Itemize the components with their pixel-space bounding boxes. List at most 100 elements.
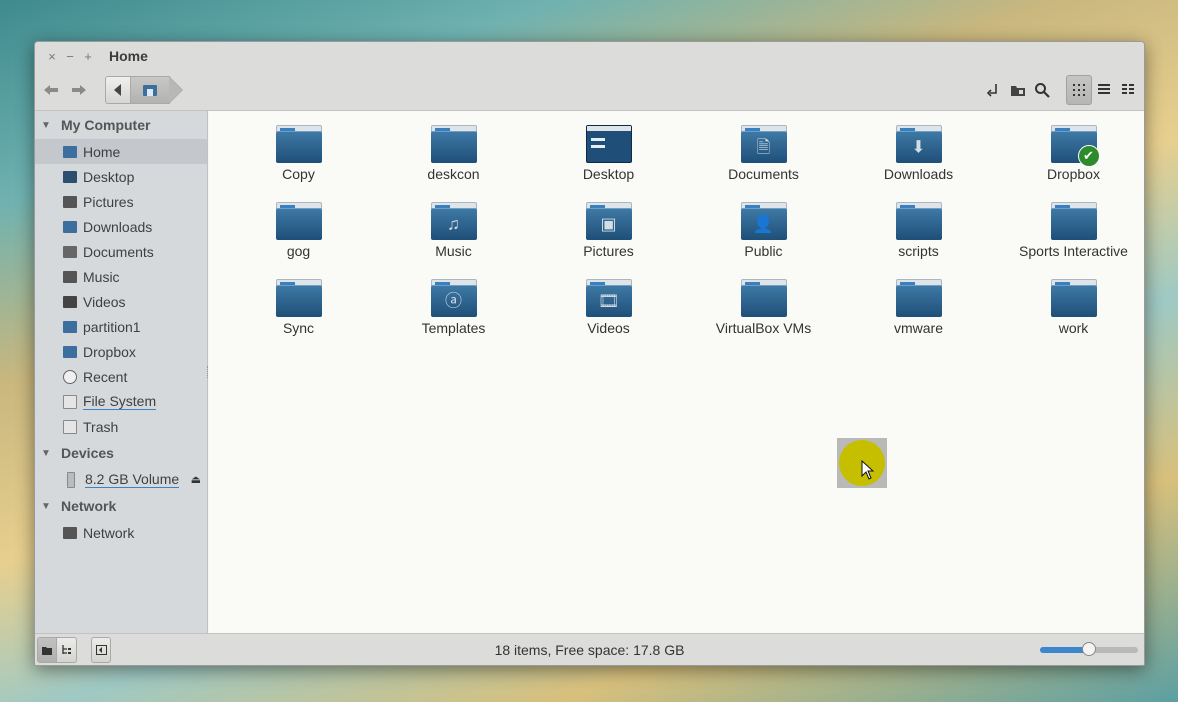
videos-folder-icon: 🎞	[585, 279, 632, 317]
sidebar-item-trash[interactable]: Trash	[35, 414, 207, 439]
file-item-deskcon[interactable]: deskcon	[376, 125, 531, 202]
file-item-templates[interactable]: ⓐ Templates	[376, 279, 531, 356]
file-item-label: scripts	[898, 243, 939, 259]
sidebar-item-videos[interactable]: Videos	[35, 289, 207, 314]
music-folder-icon: ♫	[430, 202, 477, 240]
sidebar-item-pictures[interactable]: Pictures	[35, 189, 207, 214]
folder-icon	[895, 202, 942, 240]
minimize-button[interactable]: −	[61, 47, 79, 65]
sidebar-item-label: 8.2 GB Volume	[85, 471, 180, 488]
file-item-pictures[interactable]: ▣ Pictures	[531, 202, 686, 279]
file-item-label: VirtualBox VMs	[715, 320, 812, 336]
toolbar	[35, 70, 1144, 111]
compact-list-icon	[1122, 84, 1134, 94]
sidebar-item-downloads[interactable]: Downloads	[35, 214, 207, 239]
file-item-music[interactable]: ♫ Music	[376, 202, 531, 279]
file-item-downloads[interactable]: ⬇ Downloads	[841, 125, 996, 202]
file-item-documents[interactable]: 🗎 Documents	[686, 125, 841, 202]
file-item-label: Sports Interactive	[1019, 243, 1128, 259]
new-folder-button[interactable]	[1006, 78, 1030, 102]
file-item-public[interactable]: 👤 Public	[686, 202, 841, 279]
show-places-button[interactable]	[37, 637, 57, 663]
toggle-sidebar-button[interactable]	[91, 637, 111, 663]
compact-view-button[interactable]	[1116, 75, 1140, 103]
search-icon	[1035, 83, 1050, 98]
sidebar-item-dropbox[interactable]: Dropbox	[35, 339, 207, 364]
mouse-pointer-icon	[861, 459, 875, 483]
eject-icon[interactable]: ⏏	[191, 473, 201, 486]
file-item-sports-interactive[interactable]: Sports Interactive	[996, 202, 1144, 279]
path-scroll-left-button[interactable]	[105, 76, 131, 104]
arrow-right-icon	[72, 85, 86, 95]
usb-drive-icon	[67, 471, 75, 488]
forward-button[interactable]	[67, 78, 91, 102]
zoom-slider-handle[interactable]	[1082, 642, 1096, 656]
file-item-videos[interactable]: 🎞 Videos	[531, 279, 686, 356]
sidebar-item-music[interactable]: Music	[35, 264, 207, 289]
sidebar-item-desktop[interactable]: Desktop	[35, 164, 207, 189]
desktop-folder-icon	[585, 125, 632, 163]
sidebar-section-title: Devices	[61, 445, 114, 461]
sidebar-section-header[interactable]: ▼ Devices	[35, 439, 207, 467]
sidebar-item-label: Desktop	[83, 168, 135, 185]
pictures-icon	[63, 195, 77, 208]
file-item-label: Dropbox	[1047, 166, 1100, 182]
sidebar-item-home[interactable]: Home	[35, 139, 207, 164]
folder-icon	[275, 279, 322, 317]
sidebar-item-label: Dropbox	[83, 343, 136, 360]
folder-icon	[430, 125, 477, 163]
close-button[interactable]: ×	[43, 47, 61, 65]
sidebar-item-file-system[interactable]: File System	[35, 389, 207, 414]
path-home-button[interactable]	[131, 76, 183, 104]
file-item-label: Sync	[282, 320, 315, 336]
network-icon	[63, 526, 77, 539]
file-item-desktop[interactable]: Desktop	[531, 125, 686, 202]
sidebar-item-recent[interactable]: Recent	[35, 364, 207, 389]
sidebar-item-network[interactable]: Network	[35, 520, 207, 545]
zoom-slider[interactable]	[1040, 642, 1138, 656]
tree-icon	[61, 645, 71, 654]
sidebar-section-header[interactable]: ▼ My Computer	[35, 111, 207, 139]
maximize-button[interactable]: +	[79, 47, 97, 65]
icon-view-button[interactable]	[1066, 75, 1092, 105]
file-view[interactable]: Copy deskcon Desktop 🗎 Documents ⬇ Downloads ✔ D…	[209, 111, 1144, 633]
sidebar-toggle-icon	[95, 645, 107, 655]
file-item-virtualbox-vms[interactable]: VirtualBox VMs	[686, 279, 841, 356]
file-item-vmware[interactable]: vmware	[841, 279, 996, 356]
sidebar-item-documents[interactable]: Documents	[35, 239, 207, 264]
expander-icon[interactable]: ▼	[41, 120, 51, 131]
file-item-label: Public	[744, 243, 783, 259]
sidebar-item-partition1[interactable]: partition1	[35, 314, 207, 339]
sidebar-item-label: Pictures	[83, 193, 134, 210]
file-grid: Copy deskcon Desktop 🗎 Documents ⬇ Downloads ✔ D…	[221, 125, 1144, 356]
file-item-label: Pictures	[583, 243, 634, 259]
file-item-scripts[interactable]: scripts	[841, 202, 996, 279]
sidebar-section-title: Network	[61, 498, 117, 514]
file-item-label: Copy	[282, 166, 315, 182]
search-button[interactable]	[1030, 78, 1054, 102]
expander-icon[interactable]: ▼	[41, 448, 51, 459]
file-item-work[interactable]: work	[996, 279, 1144, 356]
documents-icon	[63, 245, 77, 258]
expander-icon[interactable]: ▼	[41, 501, 51, 512]
file-item-gog[interactable]: gog	[221, 202, 376, 279]
back-button[interactable]	[39, 78, 63, 102]
sidebar-item-8-2-gb-volume[interactable]: 8.2 GB Volume ⏏	[35, 467, 207, 492]
list-view-button[interactable]	[1092, 75, 1116, 103]
open-terminal-button[interactable]	[982, 78, 1006, 102]
file-item-label: Documents	[728, 166, 799, 182]
sidebar-item-label: Videos	[83, 293, 126, 310]
file-item-label: Videos	[587, 320, 630, 336]
sidebar-item-label: Home	[83, 143, 121, 160]
file-item-sync[interactable]: Sync	[221, 279, 376, 356]
file-item-dropbox[interactable]: ✔ Dropbox	[996, 125, 1144, 202]
drive-icon	[63, 394, 77, 409]
show-treeview-button[interactable]	[57, 637, 77, 663]
file-item-label: Downloads	[883, 166, 954, 182]
videos-icon	[63, 295, 77, 308]
folder-icon	[63, 320, 77, 333]
home-icon	[63, 145, 77, 158]
sidebar-section-header[interactable]: ▼ Network	[35, 492, 207, 520]
arrow-left-icon	[44, 85, 58, 95]
file-item-copy[interactable]: Copy	[221, 125, 376, 202]
